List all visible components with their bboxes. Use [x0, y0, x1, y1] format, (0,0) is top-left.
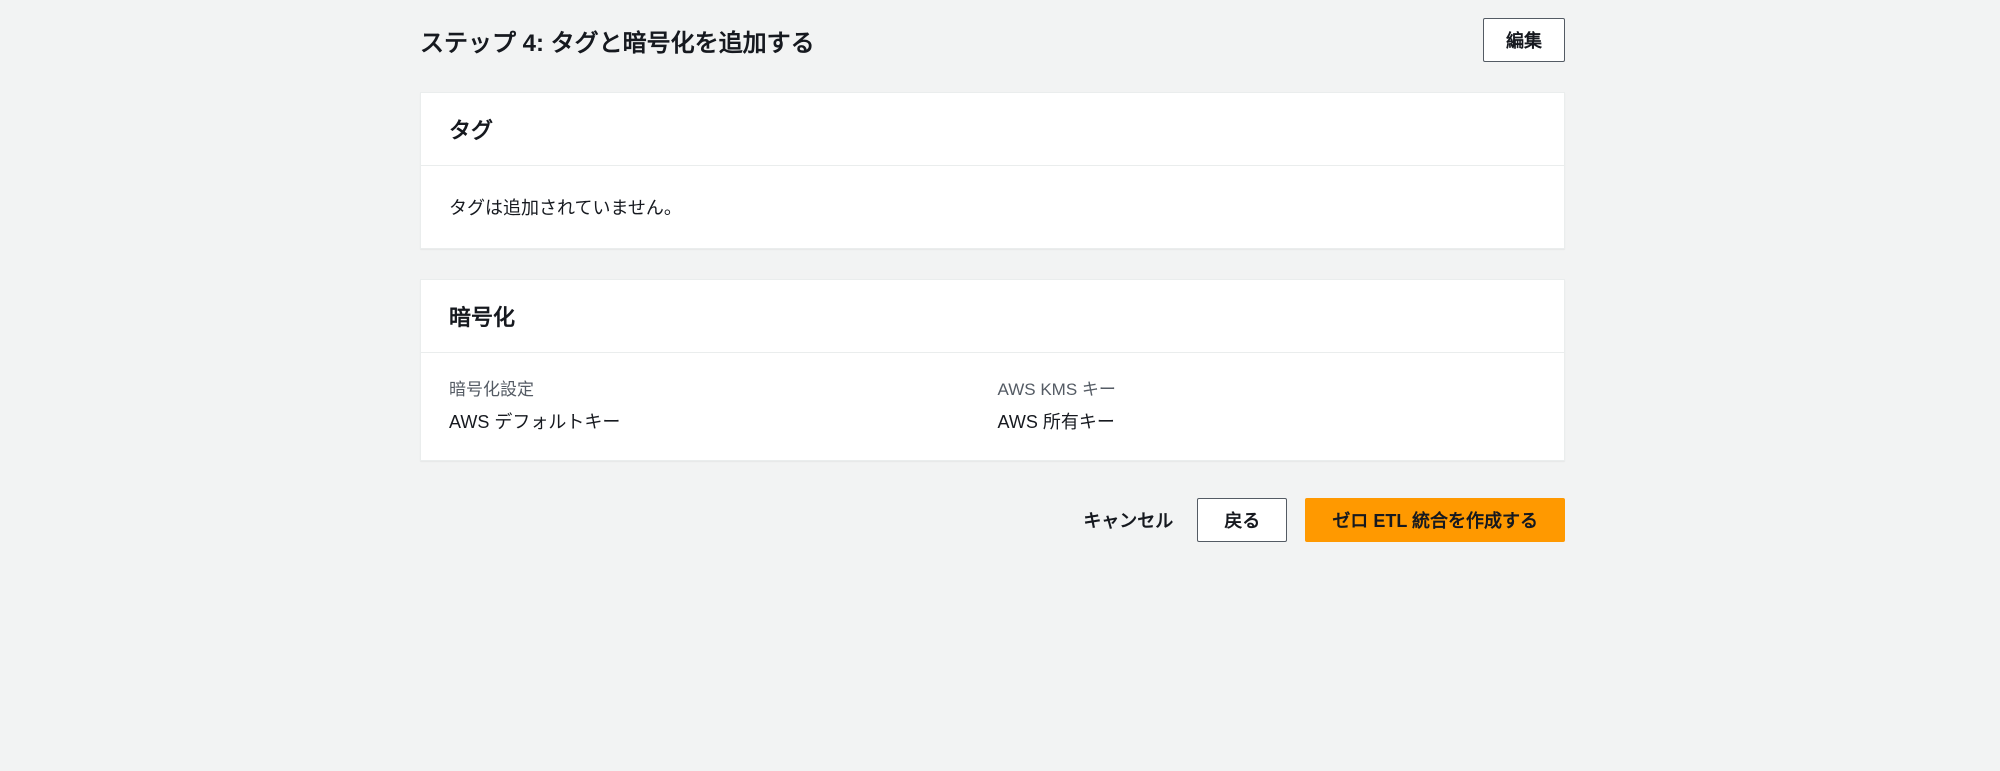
- kms-key-label: AWS KMS キー: [998, 375, 1537, 400]
- back-button[interactable]: 戻る: [1197, 498, 1287, 542]
- tags-panel: タグ タグは追加されていません。: [420, 92, 1565, 249]
- tags-panel-title: タグ: [449, 113, 1536, 145]
- encryption-setting-label: 暗号化設定: [449, 375, 988, 400]
- encryption-panel-body: 暗号化設定 AWS デフォルトキー AWS KMS キー AWS 所有キー: [421, 353, 1564, 460]
- tags-empty-text: タグは追加されていません。: [449, 198, 682, 218]
- encryption-panel-header: 暗号化: [421, 280, 1564, 353]
- encryption-panel-title: 暗号化: [449, 300, 1536, 332]
- create-integration-button[interactable]: ゼロ ETL 統合を作成する: [1305, 498, 1565, 542]
- tags-panel-body: タグは追加されていません。: [421, 166, 1564, 248]
- kms-key-field: AWS KMS キー AWS 所有キー: [998, 375, 1537, 434]
- main-content: ステップ 4: タグと暗号化を追加する 編集 タグ タグは追加されていません。 …: [420, 0, 1565, 543]
- step-header: ステップ 4: タグと暗号化を追加する 編集: [420, 18, 1565, 62]
- kms-key-value: AWS 所有キー: [998, 408, 1537, 434]
- step-title: ステップ 4: タグと暗号化を追加する: [420, 23, 815, 58]
- cancel-button[interactable]: キャンセル: [1077, 497, 1179, 543]
- footer-actions: キャンセル 戻る ゼロ ETL 統合を作成する: [420, 497, 1565, 543]
- encryption-setting-field: 暗号化設定 AWS デフォルトキー: [449, 375, 988, 434]
- tags-panel-header: タグ: [421, 93, 1564, 166]
- edit-button[interactable]: 編集: [1483, 18, 1565, 62]
- encryption-setting-value: AWS デフォルトキー: [449, 408, 988, 434]
- encryption-panel: 暗号化 暗号化設定 AWS デフォルトキー AWS KMS キー AWS 所有キ…: [420, 279, 1565, 461]
